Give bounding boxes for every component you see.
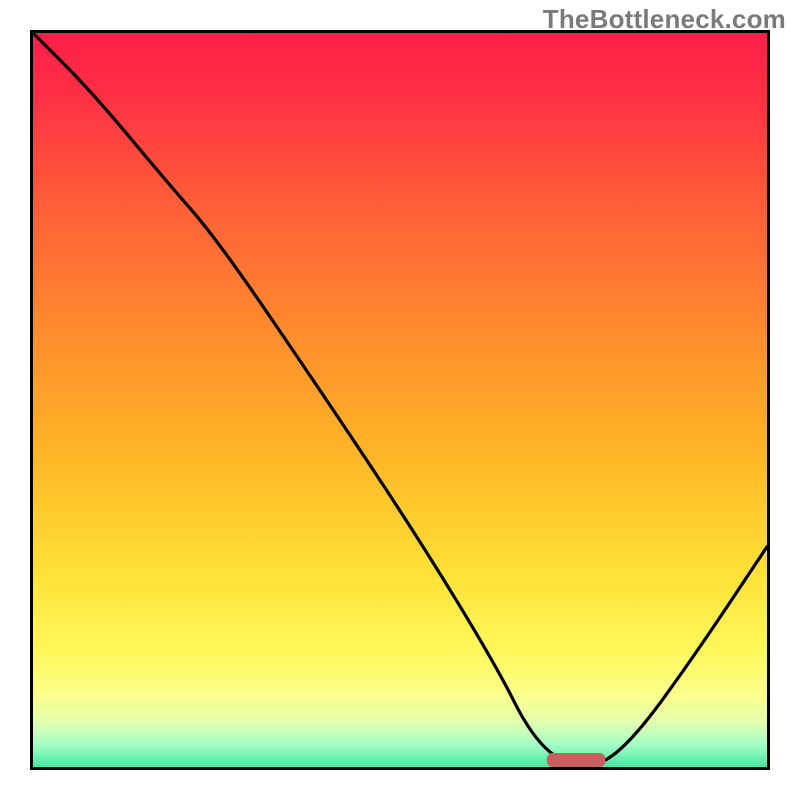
plot-area bbox=[30, 30, 770, 770]
optimal-range-marker bbox=[33, 33, 767, 767]
chart-stage: TheBottleneck.com bbox=[0, 0, 800, 800]
